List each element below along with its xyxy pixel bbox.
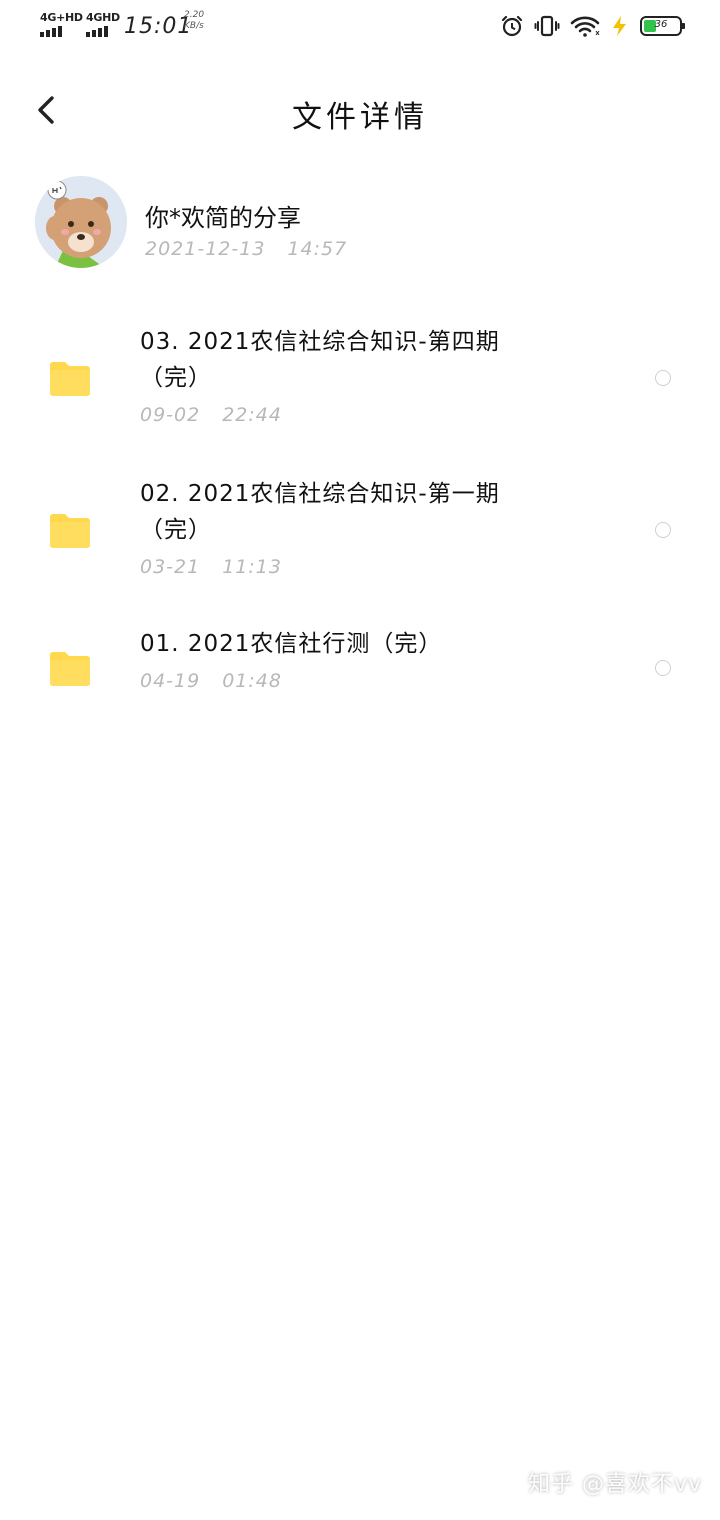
wifi-icon: [570, 16, 600, 37]
signal-strength-icon: 4G+HD: [40, 12, 83, 37]
list-item[interactable]: 02. 2021农信社综合知识-第一期（完） 03-21 11:13: [0, 472, 720, 592]
signal-strength-icon: 4GHD: [86, 12, 120, 37]
file-date: 09-02: [140, 404, 201, 426]
battery-icon: 36: [640, 16, 685, 36]
select-radio[interactable]: [655, 660, 671, 676]
file-time: 11:13: [222, 556, 282, 578]
file-time: 22:44: [222, 404, 282, 426]
folder-icon: [50, 514, 90, 548]
file-name: 03. 2021农信社综合知识-第四期（完）: [140, 329, 500, 391]
network-speed-unit: KB/s: [184, 21, 204, 31]
signal-label: 4GHD: [86, 11, 120, 24]
network-speed: 2.20 KB/s: [184, 10, 204, 32]
list-item[interactable]: 03. 2021农信社综合知识-第四期（完） 09-02 22:44: [0, 320, 720, 440]
file-name: 01. 2021农信社行测（完）: [140, 631, 443, 657]
folder-icon: [50, 652, 90, 686]
file-time: 01:48: [222, 670, 282, 692]
file-timestamp: 04-19 01:48: [140, 670, 282, 692]
avatar[interactable]: [35, 176, 127, 268]
watermark: 知乎 @喜欢不vv: [527, 1472, 702, 1497]
file-timestamp: 03-21 11:13: [140, 556, 282, 578]
list-item[interactable]: 01. 2021农信社行测（完） 04-19 01:48: [0, 622, 720, 712]
file-name: 02. 2021农信社综合知识-第一期（完）: [140, 481, 500, 543]
alarm-icon: [501, 15, 523, 37]
status-bar: 4G+HD 4GHD 15:01 2.20 KB/s 36: [0, 0, 720, 56]
share-date: 2021-12-13: [145, 238, 266, 260]
file-date: 03-21: [140, 556, 201, 578]
page-title: 文件详情: [292, 100, 428, 135]
network-speed-value: 2.20: [184, 10, 205, 20]
sharer-name: 你*欢简的分享: [145, 204, 301, 232]
file-date: 04-19: [140, 670, 201, 692]
signal-label: 4G+HD: [40, 11, 83, 24]
select-radio[interactable]: [655, 370, 671, 386]
battery-level: 36: [654, 19, 668, 30]
select-radio[interactable]: [655, 522, 671, 538]
vibrate-icon: [534, 15, 560, 37]
share-timestamp: 2021-12-13 14:57: [145, 238, 347, 260]
bear-avatar-icon: [35, 176, 127, 268]
file-timestamp: 09-02 22:44: [140, 404, 282, 426]
charging-icon: [613, 16, 626, 36]
share-time: 14:57: [287, 238, 348, 260]
status-icons: 36: [500, 14, 685, 38]
clock: 15:01: [124, 14, 193, 39]
folder-icon: [50, 362, 90, 396]
